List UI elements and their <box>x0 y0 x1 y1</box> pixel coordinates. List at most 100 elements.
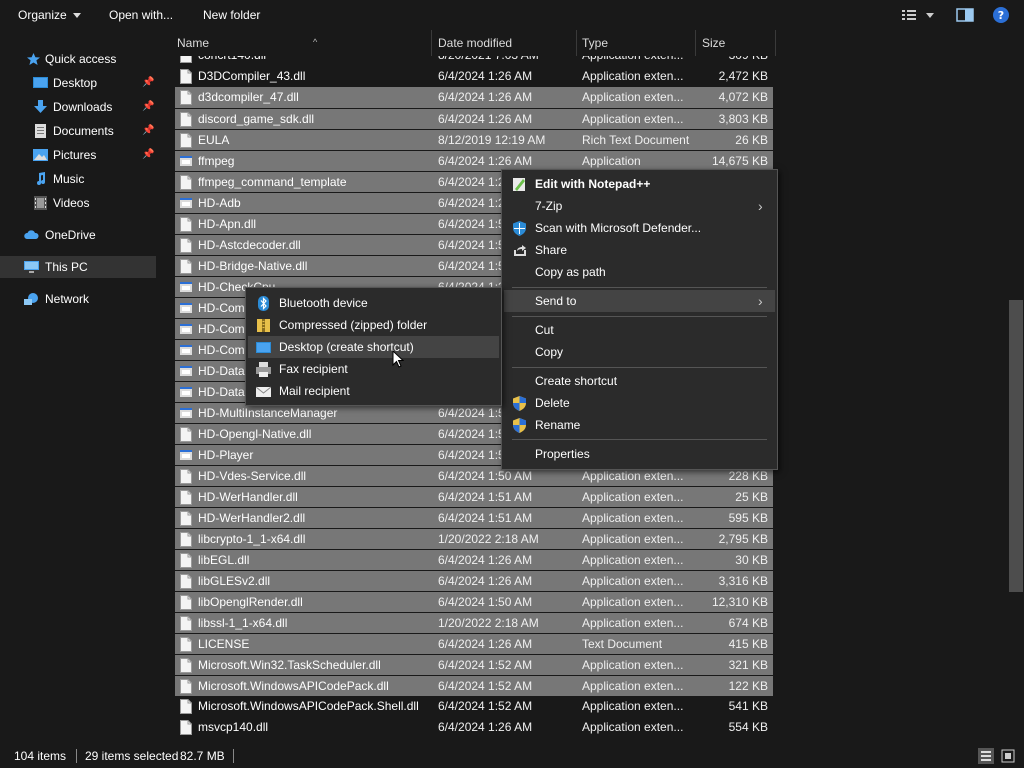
column-header-date[interactable]: Date modified <box>433 30 577 56</box>
file-row[interactable]: EULA 8/12/2019 12:19 AM Rich Text Document… <box>175 129 773 150</box>
details-view-icon[interactable] <box>978 748 994 764</box>
file-type: Application exten... <box>582 511 684 525</box>
file-icon <box>180 490 192 505</box>
status-divider <box>76 749 77 763</box>
nav-videos[interactable]: Videos <box>0 192 156 214</box>
notepad-plus-icon <box>513 178 525 191</box>
nav-downloads[interactable]: Downloads 📌 <box>0 96 156 118</box>
file-name: HD-WerHandler2.dll <box>198 511 306 525</box>
file-type: Application exten... <box>582 720 684 734</box>
menu-item-desktop-shortcut[interactable]: Desktop (create shortcut) <box>248 336 499 358</box>
file-row[interactable]: libOpenglRender.dll 6/4/2024 1:50 AM Appli… <box>175 591 773 612</box>
file-name: Microsoft.WindowsAPICodePack.Shell.dll <box>198 699 419 713</box>
file-size: 415 KB <box>728 637 768 651</box>
menu-item-bluetooth[interactable]: Bluetooth device <box>248 292 499 314</box>
menu-item-rename[interactable]: Rename <box>504 414 775 436</box>
column-header-name[interactable]: Name ^ <box>175 30 432 56</box>
file-size: 12,310 KB <box>711 595 768 609</box>
menu-label: 7-Zip <box>535 199 563 213</box>
menu-separator <box>512 287 767 288</box>
file-date: 6/4/2024 1:52 AM <box>438 679 533 693</box>
column-header-bar: Name ^ Date modified Type Size <box>158 30 1008 56</box>
menu-item-share[interactable]: Share <box>504 239 775 261</box>
file-row[interactable]: d3dcompiler_47.dll 6/4/2024 1:26 AM Applic… <box>175 87 773 108</box>
menu-item-edit-notepad[interactable]: Edit with Notepad++ <box>504 173 775 195</box>
nav-desktop[interactable]: Desktop 📌 <box>0 72 156 94</box>
file-size: 541 KB <box>728 699 768 713</box>
file-date: 6/4/2024 1:26 AM <box>438 90 533 104</box>
menu-item-compressed-folder[interactable]: Compressed (zipped) folder <box>248 314 499 336</box>
file-row[interactable]: msvcp140.dll 6/4/2024 1:26 AM Application … <box>175 717 773 738</box>
send-to-submenu: Bluetooth device Compressed (zipped) fol… <box>245 287 502 406</box>
help-button[interactable]: ? <box>992 6 1010 24</box>
nav-label: Pictures <box>53 148 97 162</box>
application-icon <box>180 366 192 376</box>
file-type: Application exten... <box>582 490 684 504</box>
file-date: 6/4/2024 1:50 AM <box>438 595 533 609</box>
menu-item-delete[interactable]: Delete <box>504 392 775 414</box>
file-size: 2,795 KB <box>718 532 768 546</box>
menu-item-scan-defender[interactable]: Scan with Microsoft Defender... <box>504 217 775 239</box>
scrollbar-thumb[interactable] <box>1009 300 1023 592</box>
file-row[interactable]: Microsoft.Win32.TaskScheduler.dll 6/4/202… <box>175 654 773 675</box>
large-icons-view-icon[interactable] <box>1000 748 1016 764</box>
file-row[interactable]: D3DCompiler_43.dll 6/4/2024 1:26 AM Applic… <box>175 66 773 87</box>
nav-this-pc[interactable]: This PC <box>0 256 156 278</box>
new-folder-button[interactable]: New folder <box>203 7 260 23</box>
menu-item-send-to[interactable]: Send to › <box>504 290 775 312</box>
file-name: libssl-1_1-x64.dll <box>198 616 288 630</box>
nav-music[interactable]: Music <box>0 168 156 190</box>
file-row[interactable]: libEGL.dll 6/4/2024 1:26 AM Application ex… <box>175 549 773 570</box>
file-row[interactable]: Microsoft.WindowsAPICodePack.dll 6/4/2024… <box>175 675 773 696</box>
open-with-button[interactable]: Open with... <box>109 7 173 23</box>
column-header-size[interactable]: Size <box>696 30 776 56</box>
menu-label: Bluetooth device <box>279 296 368 310</box>
file-row[interactable]: Microsoft.WindowsAPICodePack.Shell.dll 6/… <box>175 696 773 717</box>
file-icon <box>180 112 192 127</box>
menu-label: Cut <box>535 323 554 337</box>
nav-label: Videos <box>53 196 90 210</box>
column-label: Name <box>177 36 210 50</box>
file-row[interactable]: discord_game_sdk.dll 6/4/2024 1:26 AM Appl… <box>175 108 773 129</box>
file-date: 6/4/2024 1:52 AM <box>438 658 533 672</box>
menu-item-cut[interactable]: Cut <box>504 319 775 341</box>
menu-item-fax-recipient[interactable]: Fax recipient <box>248 358 499 380</box>
menu-item-mail-recipient[interactable]: Mail recipient <box>248 380 499 402</box>
file-row[interactable]: libGLESv2.dll 6/4/2024 1:26 AM Application… <box>175 570 773 591</box>
change-view-button[interactable] <box>900 6 940 24</box>
nav-pictures[interactable]: Pictures 📌 <box>0 144 156 166</box>
nav-network[interactable]: Network <box>0 288 156 310</box>
organize-button[interactable]: Organize <box>18 7 81 23</box>
file-row[interactable]: libcrypto-1_1-x64.dll 1/20/2022 2:18 AM Ap… <box>175 528 773 549</box>
menu-item-properties[interactable]: Properties <box>504 443 775 465</box>
file-date: 6/4/2024 1:52 AM <box>438 699 533 713</box>
file-type: Rich Text Document <box>582 133 690 147</box>
menu-item-7zip[interactable]: 7-Zip › <box>504 195 775 217</box>
nav-documents[interactable]: Documents 📌 <box>0 120 156 142</box>
file-name: ffmpeg_command_template <box>198 175 347 189</box>
menu-item-copy[interactable]: Copy <box>504 341 775 363</box>
file-size: 26 KB <box>735 133 768 147</box>
preview-pane-button[interactable] <box>956 6 974 24</box>
file-row[interactable]: ffmpeg 6/4/2024 1:26 AM Application 14,675 … <box>175 150 773 171</box>
file-row[interactable]: HD-WerHandler2.dll 6/4/2024 1:51 AM Applic… <box>175 507 773 528</box>
file-size: 25 KB <box>735 490 768 504</box>
file-row[interactable]: libssl-1_1-x64.dll 1/20/2022 2:18 AM Appli… <box>175 612 773 633</box>
file-icon <box>180 217 192 232</box>
menu-item-copy-as-path[interactable]: Copy as path <box>504 261 775 283</box>
menu-item-create-shortcut[interactable]: Create shortcut <box>504 370 775 392</box>
file-size: 4,072 KB <box>718 90 768 104</box>
file-icon <box>180 427 192 442</box>
nav-quick-access[interactable]: Quick access <box>0 48 156 70</box>
file-row[interactable]: LICENSE 6/4/2024 1:26 AM Text Document 415 … <box>175 633 773 654</box>
file-name: d3dcompiler_47.dll <box>198 90 299 104</box>
file-type: Application exten... <box>582 658 684 672</box>
file-type: Application exten... <box>582 90 684 104</box>
nav-onedrive[interactable]: OneDrive <box>0 224 156 246</box>
menu-label: Mail recipient <box>279 384 350 398</box>
pin-icon: 📌 <box>142 149 155 160</box>
pin-icon: 📌 <box>142 125 155 136</box>
application-icon <box>180 303 192 313</box>
file-row[interactable]: HD-WerHandler.dll 6/4/2024 1:51 AM Applica… <box>175 486 773 507</box>
column-header-type[interactable]: Type <box>577 30 696 56</box>
